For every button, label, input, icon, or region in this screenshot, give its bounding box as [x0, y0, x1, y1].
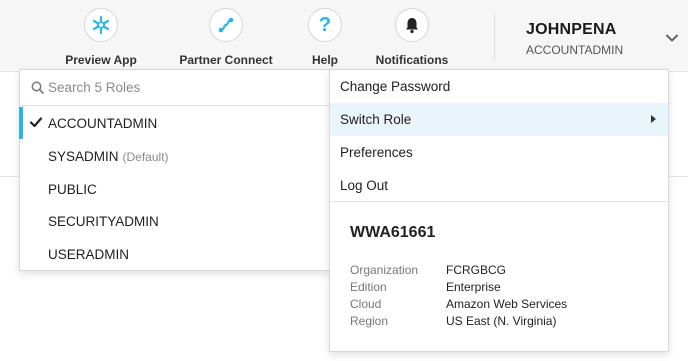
role-item-public[interactable]: PUBLIC: [20, 173, 331, 205]
detail-key: Organization: [350, 263, 419, 277]
role-label: ACCOUNTADMIN: [48, 115, 158, 131]
detail-key: Edition: [350, 280, 387, 294]
search-icon: [31, 81, 44, 94]
account-id: WWA61661: [350, 224, 436, 241]
detail-value: Amazon Web Services: [446, 297, 568, 311]
checkmark-icon: [29, 117, 43, 128]
help-glyph: ?: [318, 14, 332, 36]
role-search-input[interactable]: [48, 70, 318, 105]
role-label: USERADMIN: [48, 246, 130, 262]
role-item-useradmin[interactable]: USERADMIN: [20, 238, 331, 270]
menu-divider: [330, 201, 668, 202]
menu-item-change-password[interactable]: Change Password: [330, 70, 668, 103]
role-label: PUBLIC: [48, 181, 97, 197]
menu-item-label: Log Out: [340, 178, 389, 193]
help-icon: ?: [308, 8, 342, 42]
role-item-accountadmin[interactable]: ACCOUNTADMIN: [19, 107, 331, 139]
chevron-down-icon[interactable]: [666, 34, 678, 42]
user-role[interactable]: ACCOUNTADMIN: [526, 43, 623, 57]
snowflake-icon: [84, 8, 118, 42]
detail-key: Region: [350, 314, 389, 328]
detail-value: FCRGBCG: [446, 263, 506, 277]
role-item-sysadmin[interactable]: SYSADMIN (Default): [20, 140, 331, 172]
menu-item-label: Change Password: [340, 79, 451, 94]
selected-indicator: [19, 107, 23, 139]
detail-key: Cloud: [350, 297, 382, 311]
role-label: SECURITYADMIN: [48, 213, 159, 229]
menu-item-label: Switch Role: [340, 112, 412, 127]
detail-value: US East (N. Virginia): [446, 314, 557, 328]
user-name[interactable]: JOHNPENA: [526, 21, 617, 39]
detail-value: Enterprise: [446, 280, 501, 294]
help-button[interactable]: ? Help: [275, 8, 375, 67]
default-tag: (Default): [122, 149, 169, 164]
notifications-label: Notifications: [375, 53, 449, 67]
top-bar: Preview App Partner Connect ? Help Notif…: [0, 0, 688, 72]
menu-item-switch-role[interactable]: Switch Role: [330, 103, 668, 136]
menu-item-preferences[interactable]: Preferences: [330, 136, 668, 169]
menu-item-label: Preferences: [340, 145, 413, 160]
role-item-securityadmin[interactable]: SECURITYADMIN: [20, 205, 331, 237]
role-switcher-panel: ACCOUNTADMIN SYSADMIN(Default) PUBLIC SE…: [19, 69, 332, 271]
role-label: SYSADMIN: [48, 148, 119, 164]
help-label: Help: [311, 53, 338, 67]
partner-connect-icon: [209, 8, 243, 42]
preview-app-label: Preview App: [65, 53, 137, 67]
bell-icon: [395, 8, 429, 42]
notifications-button[interactable]: Notifications: [362, 8, 462, 67]
menu-item-log-out[interactable]: Log Out: [330, 169, 668, 202]
chevron-right-icon: [651, 115, 656, 123]
role-label-wrap: SYSADMIN (Default): [48, 149, 169, 164]
toolbar-divider: [494, 14, 495, 60]
partner-connect-button[interactable]: Partner Connect: [176, 8, 276, 67]
partner-connect-label: Partner Connect: [179, 53, 273, 67]
preview-app-button[interactable]: Preview App: [51, 8, 151, 67]
role-search: [20, 70, 331, 106]
user-menu: Change Password Switch Role Preferences …: [329, 69, 669, 352]
